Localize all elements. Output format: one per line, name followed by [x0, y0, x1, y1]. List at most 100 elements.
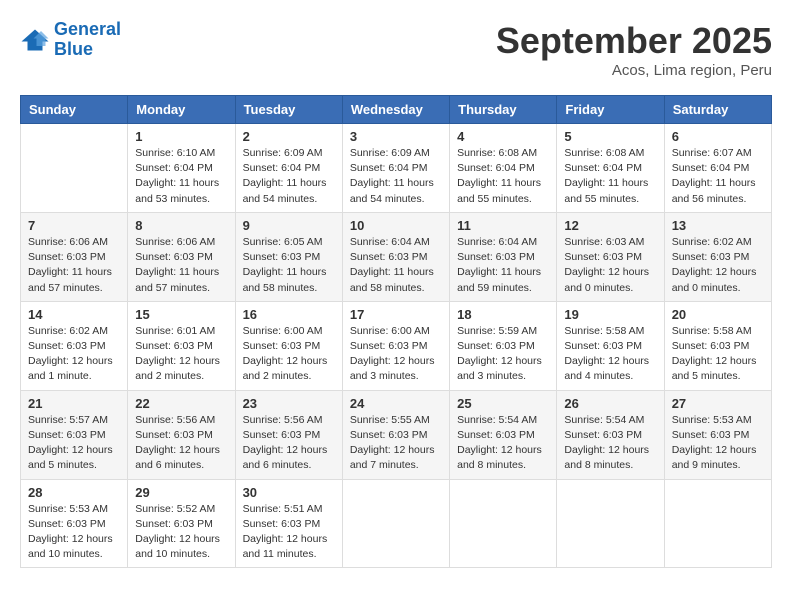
calendar-cell: 8 Sunrise: 6:06 AMSunset: 6:03 PMDaylight… [128, 212, 235, 301]
calendar-week-1: 1Sunrise: 6:10 AMSunset: 6:04 PMDaylight… [21, 124, 772, 213]
day-number: 12 [564, 218, 656, 233]
title-block: September 2025 Acos, Lima region, Peru [496, 20, 772, 79]
calendar-cell: 6 Sunrise: 6:07 AMSunset: 6:04 PMDaylight… [664, 124, 771, 213]
day-info: Sunrise: 5:55 AMSunset: 6:03 PMDaylight:… [350, 413, 442, 474]
calendar-cell: 2 Sunrise: 6:09 AMSunset: 6:04 PMDaylight… [235, 124, 342, 213]
logo-line2: Blue [54, 39, 93, 59]
day-number: 7 [28, 218, 120, 233]
calendar-cell: 14 Sunrise: 6:02 AMSunset: 6:03 PMDayligh… [21, 301, 128, 390]
logo-text: General Blue [54, 20, 121, 60]
column-header-wednesday: Wednesday [342, 96, 449, 124]
calendar-cell: 26 Sunrise: 5:54 AMSunset: 6:03 PMDayligh… [557, 390, 664, 479]
calendar-week-5: 28 Sunrise: 5:53 AMSunset: 6:03 PMDayligh… [21, 479, 772, 568]
day-number: 16 [243, 307, 335, 322]
calendar-cell: 17Sunrise: 6:00 AMSunset: 6:03 PMDayligh… [342, 301, 449, 390]
day-number: 18 [457, 307, 549, 322]
day-number: 3 [350, 129, 442, 144]
day-info: Sunrise: 5:58 AMSunset: 6:03 PMDaylight:… [672, 324, 764, 385]
day-number: 13 [672, 218, 764, 233]
calendar-cell: 23 Sunrise: 5:56 AMSunset: 6:03 PMDayligh… [235, 390, 342, 479]
day-info: Sunrise: 6:10 AMSunset: 6:04 PMDaylight:… [135, 146, 227, 207]
header-row: SundayMondayTuesdayWednesdayThursdayFrid… [21, 96, 772, 124]
calendar-cell: 13 Sunrise: 6:02 AMSunset: 6:03 PMDayligh… [664, 212, 771, 301]
calendar-cell: 16Sunrise: 6:00 AMSunset: 6:03 PMDayligh… [235, 301, 342, 390]
day-info: Sunrise: 5:51 AMSunset: 6:03 PMDaylight:… [243, 502, 335, 563]
calendar-week-4: 21Sunrise: 5:57 AMSunset: 6:03 PMDayligh… [21, 390, 772, 479]
day-number: 24 [350, 396, 442, 411]
calendar-cell: 30 Sunrise: 5:51 AMSunset: 6:03 PMDayligh… [235, 479, 342, 568]
day-number: 2 [243, 129, 335, 144]
day-info: Sunrise: 6:02 AMSunset: 6:03 PMDaylight:… [28, 324, 120, 385]
column-header-friday: Friday [557, 96, 664, 124]
day-info: Sunrise: 5:58 AMSunset: 6:03 PMDaylight:… [564, 324, 656, 385]
calendar-cell: 28 Sunrise: 5:53 AMSunset: 6:03 PMDayligh… [21, 479, 128, 568]
calendar-header: SundayMondayTuesdayWednesdayThursdayFrid… [21, 96, 772, 124]
day-number: 5 [564, 129, 656, 144]
calendar-cell: 9 Sunrise: 6:05 AMSunset: 6:03 PMDaylight… [235, 212, 342, 301]
calendar-cell: 11Sunrise: 6:04 AMSunset: 6:03 PMDayligh… [450, 212, 557, 301]
day-number: 6 [672, 129, 764, 144]
calendar-cell [664, 479, 771, 568]
day-number: 8 [135, 218, 227, 233]
day-info: Sunrise: 6:06 AMSunset: 6:03 PMDaylight:… [135, 235, 227, 296]
day-info: Sunrise: 6:04 AMSunset: 6:03 PMDaylight:… [350, 235, 442, 296]
calendar-cell: 29Sunrise: 5:52 AMSunset: 6:03 PMDayligh… [128, 479, 235, 568]
day-number: 26 [564, 396, 656, 411]
calendar-cell: 15 Sunrise: 6:01 AMSunset: 6:03 PMDayligh… [128, 301, 235, 390]
calendar-cell: 5Sunrise: 6:08 AMSunset: 6:04 PMDaylight… [557, 124, 664, 213]
day-number: 14 [28, 307, 120, 322]
day-info: Sunrise: 5:54 AMSunset: 6:03 PMDaylight:… [564, 413, 656, 474]
column-header-tuesday: Tuesday [235, 96, 342, 124]
day-info: Sunrise: 5:57 AMSunset: 6:03 PMDaylight:… [28, 413, 120, 474]
day-info: Sunrise: 6:04 AMSunset: 6:03 PMDaylight:… [457, 235, 549, 296]
calendar-cell [342, 479, 449, 568]
column-header-monday: Monday [128, 96, 235, 124]
calendar-week-3: 14 Sunrise: 6:02 AMSunset: 6:03 PMDayligh… [21, 301, 772, 390]
calendar-cell: 10Sunrise: 6:04 AMSunset: 6:03 PMDayligh… [342, 212, 449, 301]
column-header-thursday: Thursday [450, 96, 557, 124]
calendar-body: 1Sunrise: 6:10 AMSunset: 6:04 PMDaylight… [21, 124, 772, 568]
day-info: Sunrise: 5:53 AMSunset: 6:03 PMDaylight:… [28, 502, 120, 563]
day-number: 23 [243, 396, 335, 411]
day-info: Sunrise: 5:59 AMSunset: 6:03 PMDaylight:… [457, 324, 549, 385]
day-number: 20 [672, 307, 764, 322]
day-number: 25 [457, 396, 549, 411]
calendar-cell: 20 Sunrise: 5:58 AMSunset: 6:03 PMDayligh… [664, 301, 771, 390]
day-number: 15 [135, 307, 227, 322]
calendar-cell [557, 479, 664, 568]
day-info: Sunrise: 6:06 AMSunset: 6:03 PMDaylight:… [28, 235, 120, 296]
day-info: Sunrise: 5:52 AMSunset: 6:03 PMDaylight:… [135, 502, 227, 563]
calendar-cell: 24 Sunrise: 5:55 AMSunset: 6:03 PMDayligh… [342, 390, 449, 479]
day-info: Sunrise: 6:05 AMSunset: 6:03 PMDaylight:… [243, 235, 335, 296]
logo: General Blue [20, 20, 121, 60]
day-info: Sunrise: 6:09 AMSunset: 6:04 PMDaylight:… [243, 146, 335, 207]
calendar-cell: 19Sunrise: 5:58 AMSunset: 6:03 PMDayligh… [557, 301, 664, 390]
calendar-week-2: 7 Sunrise: 6:06 AMSunset: 6:03 PMDaylight… [21, 212, 772, 301]
day-number: 30 [243, 485, 335, 500]
header: General Blue September 2025 Acos, Lima r… [20, 20, 772, 79]
day-info: Sunrise: 6:02 AMSunset: 6:03 PMDaylight:… [672, 235, 764, 296]
calendar-cell: 12 Sunrise: 6:03 AMSunset: 6:03 PMDayligh… [557, 212, 664, 301]
day-number: 28 [28, 485, 120, 500]
calendar-cell: 21Sunrise: 5:57 AMSunset: 6:03 PMDayligh… [21, 390, 128, 479]
day-number: 17 [350, 307, 442, 322]
day-info: Sunrise: 5:56 AMSunset: 6:03 PMDaylight:… [243, 413, 335, 474]
calendar-cell: 3Sunrise: 6:09 AMSunset: 6:04 PMDaylight… [342, 124, 449, 213]
day-number: 27 [672, 396, 764, 411]
column-header-sunday: Sunday [21, 96, 128, 124]
day-info: Sunrise: 5:53 AMSunset: 6:03 PMDaylight:… [672, 413, 764, 474]
day-number: 9 [243, 218, 335, 233]
calendar-cell [21, 124, 128, 213]
day-number: 4 [457, 129, 549, 144]
calendar-cell: 25Sunrise: 5:54 AMSunset: 6:03 PMDayligh… [450, 390, 557, 479]
day-info: Sunrise: 6:08 AMSunset: 6:04 PMDaylight:… [457, 146, 549, 207]
day-info: Sunrise: 5:56 AMSunset: 6:03 PMDaylight:… [135, 413, 227, 474]
calendar-cell: 1Sunrise: 6:10 AMSunset: 6:04 PMDaylight… [128, 124, 235, 213]
day-info: Sunrise: 6:07 AMSunset: 6:04 PMDaylight:… [672, 146, 764, 207]
location-subtitle: Acos, Lima region, Peru [496, 62, 772, 79]
calendar-cell: 4 Sunrise: 6:08 AMSunset: 6:04 PMDaylight… [450, 124, 557, 213]
calendar-table: SundayMondayTuesdayWednesdayThursdayFrid… [20, 95, 772, 568]
day-info: Sunrise: 6:01 AMSunset: 6:03 PMDaylight:… [135, 324, 227, 385]
day-info: Sunrise: 6:03 AMSunset: 6:03 PMDaylight:… [564, 235, 656, 296]
column-header-saturday: Saturday [664, 96, 771, 124]
